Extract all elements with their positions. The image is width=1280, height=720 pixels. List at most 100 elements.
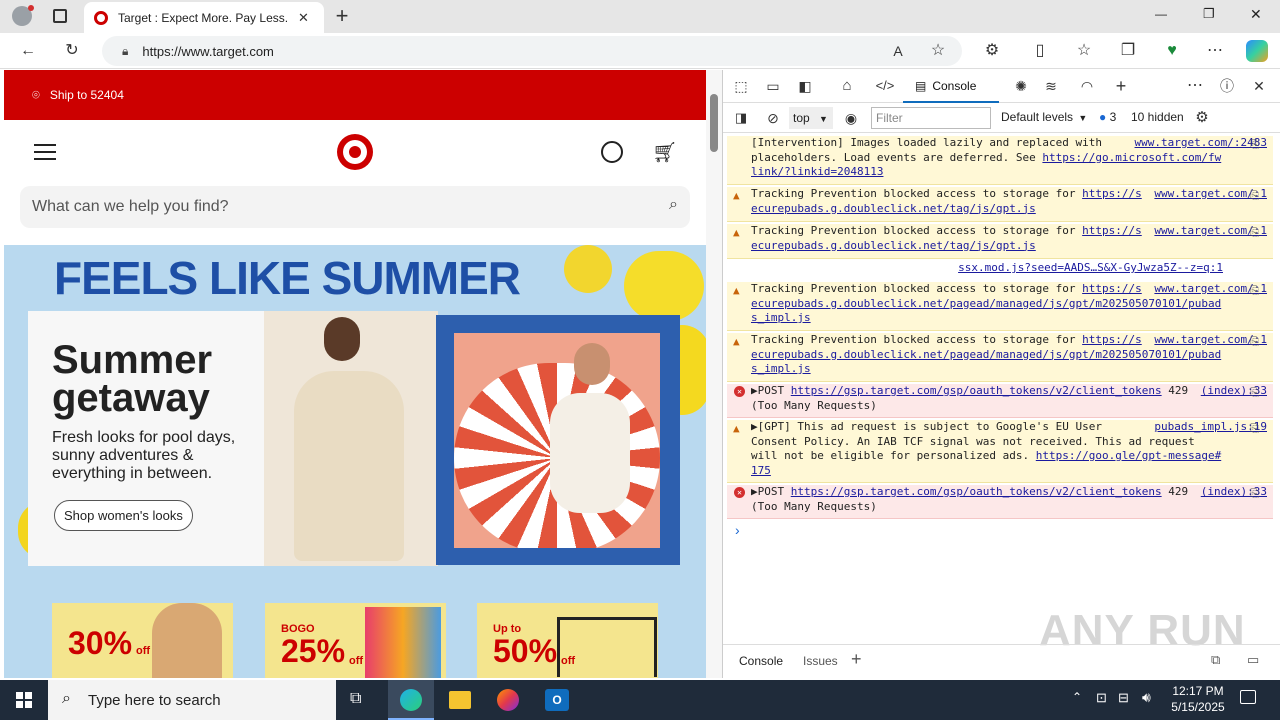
- inspect-icon[interactable]: ⬚: [729, 74, 753, 98]
- copilot-icon[interactable]: [1246, 40, 1268, 62]
- start-windows-icon[interactable]: [16, 692, 32, 708]
- new-tab-button[interactable]: +: [330, 3, 354, 29]
- target-logo[interactable]: [337, 134, 373, 170]
- message-link[interactable]: https://gsp.target.com/gsp/oauth_tokens/…: [791, 384, 1162, 397]
- console-message[interactable]: ✕ (index):33 ▶POST https://gsp.target.com/…: [727, 384, 1273, 418]
- elements-icon[interactable]: </>: [873, 74, 897, 98]
- message-link[interactable]: https://gsp.target.com/gsp/oauth_tokens/…: [791, 485, 1162, 498]
- favorite-star-icon[interactable]: ☆: [926, 39, 950, 63]
- lemon-decoration: [624, 251, 704, 321]
- console-message[interactable]: www.target.com/:2483 [Intervention] Image…: [727, 136, 1273, 185]
- clear-console-icon[interactable]: ⊘: [761, 106, 785, 130]
- help-icon[interactable]: ⓘ: [1215, 74, 1239, 98]
- close-devtools-icon[interactable]: ✕: [1247, 74, 1271, 98]
- minimize-button[interactable]: —: [1155, 7, 1167, 21]
- drawer-tab-console[interactable]: Console: [739, 654, 783, 668]
- promo-card[interactable]: Up to 50% off: [477, 603, 658, 678]
- taskbar-clock[interactable]: 12:17 PM 5/15/2025: [1166, 683, 1230, 715]
- console-prompt[interactable]: ›: [735, 522, 740, 538]
- more-tools-icon[interactable]: +: [1109, 74, 1133, 98]
- ship-to-bar[interactable]: ⌾ Ship to 52404: [4, 70, 706, 120]
- split-screen-icon[interactable]: ▯: [1028, 39, 1052, 63]
- dock-drawer-icon[interactable]: ⧉: [1211, 652, 1220, 668]
- search-input[interactable]: What can we help you find? ⌕: [20, 186, 690, 228]
- copilot-explain-icon[interactable]: ⎘: [1250, 189, 1259, 204]
- console-settings-icon[interactable]: ⚙: [1190, 106, 1214, 130]
- outlook-icon[interactable]: O: [545, 689, 569, 711]
- levels-dropdown[interactable]: Default levels ▼: [1001, 110, 1087, 124]
- performance-icon[interactable]: ♥: [1160, 39, 1184, 63]
- issues-counter[interactable]: ● 3: [1099, 110, 1116, 124]
- promo-card[interactable]: 30% off: [52, 603, 233, 678]
- volume-icon[interactable]: 🔊︎: [1142, 689, 1151, 706]
- copilot-explain-icon[interactable]: ⎘: [1250, 386, 1259, 401]
- message-source-link[interactable]: ssx.mod.js?seed=AADS…S&X-GyJwza5Z--z=q:1: [958, 261, 1223, 276]
- collections-icon[interactable]: ❐: [1116, 39, 1140, 63]
- cart-icon[interactable]: 🛒︎: [652, 140, 677, 165]
- welcome-home-icon[interactable]: ⌂: [835, 74, 859, 98]
- read-aloud-icon[interactable]: A: [886, 39, 910, 63]
- close-drawer-icon[interactable]: ▭: [1247, 652, 1259, 668]
- console-message[interactable]: ▲ www.target.com/:1 Tracking Prevention bl…: [727, 224, 1273, 259]
- copilot-explain-icon[interactable]: ⎘: [1250, 335, 1259, 350]
- page-scrollbar[interactable]: [706, 70, 722, 678]
- firefox-icon[interactable]: [497, 689, 519, 711]
- maximize-button[interactable]: ❐: [1203, 6, 1215, 22]
- tab-target[interactable]: Target : Expect More. Pay Less. ✕: [84, 2, 324, 33]
- copilot-explain-icon[interactable]: ⎘: [1250, 138, 1259, 153]
- console-message[interactable]: ▲ pubads_impl.js:19 ▶[GPT] This ad request…: [727, 420, 1273, 483]
- context-select[interactable]: top ▼: [789, 107, 833, 129]
- network-icon[interactable]: ≋: [1039, 74, 1063, 98]
- shop-womens-looks-button[interactable]: Shop women's looks: [54, 500, 193, 531]
- copilot-explain-icon[interactable]: ⎘: [1250, 422, 1259, 437]
- sidebar-toggle-icon[interactable]: ◨: [729, 106, 753, 130]
- drawer-tab-issues[interactable]: Issues: [803, 654, 838, 668]
- tray-app-icon[interactable]: ⊡: [1096, 690, 1107, 706]
- warning-icon: ▲: [733, 189, 740, 202]
- devtools-more-icon[interactable]: ⋯: [1183, 74, 1207, 98]
- copilot-explain-icon[interactable]: ⎘: [1250, 226, 1259, 241]
- console-message[interactable]: ▲ www.target.com/:1 Tracking Prevention bl…: [727, 282, 1273, 331]
- close-window-button[interactable]: ✕: [1250, 6, 1262, 23]
- message-source-link[interactable]: www.target.com/:2483: [1135, 136, 1267, 151]
- extensions-icon[interactable]: ⚙: [980, 39, 1004, 63]
- error-icon: ✕: [734, 487, 745, 498]
- search-icon[interactable]: ⌕: [669, 196, 678, 214]
- file-explorer-icon[interactable]: [449, 691, 471, 709]
- ship-to-text[interactable]: Ship to 52404: [50, 88, 124, 102]
- close-tab-icon[interactable]: ✕: [298, 10, 309, 26]
- lock-icon[interactable]: 🔒︎: [122, 44, 128, 59]
- copilot-explain-icon[interactable]: ⎘: [1250, 284, 1259, 299]
- tray-chevron-icon[interactable]: ⌃: [1072, 690, 1082, 704]
- address-bar[interactable]: 🔒︎ https://www.target.com: [102, 36, 962, 66]
- console-message[interactable]: ssx.mod.js?seed=AADS…S&X-GyJwza5Z--z=q:1: [727, 261, 1273, 281]
- menu-icon[interactable]: [34, 144, 56, 160]
- filter-input[interactable]: Filter: [871, 107, 991, 129]
- windows-taskbar: ⌕ Type here to search ⧉ O ⌃ ⊡ ⊟ 🔊︎ 12:17…: [0, 680, 1280, 720]
- account-icon[interactable]: [601, 141, 623, 163]
- console-message[interactable]: ▲ www.target.com/:1 Tracking Prevention bl…: [727, 187, 1273, 222]
- performance-icon[interactable]: ◠: [1075, 74, 1099, 98]
- device-emulation-icon[interactable]: ▭: [761, 74, 785, 98]
- promo-card[interactable]: BOGO 25% off: [265, 603, 446, 678]
- notifications-icon[interactable]: [1240, 690, 1256, 704]
- url-text[interactable]: https://www.target.com: [142, 44, 274, 59]
- back-icon[interactable]: ←: [16, 39, 40, 63]
- bug-icon[interactable]: ✺: [1009, 74, 1033, 98]
- add-drawer-tab-icon[interactable]: +: [851, 649, 862, 670]
- live-expression-icon[interactable]: ◉: [839, 106, 863, 130]
- edge-taskbar-icon[interactable]: [388, 680, 434, 720]
- taskbar-search-input[interactable]: ⌕ Type here to search: [48, 680, 336, 720]
- hero-banner[interactable]: FEELS LIKE SUMMER Summer getaway Fresh l…: [4, 245, 706, 678]
- copilot-explain-icon[interactable]: ⎘: [1250, 487, 1259, 502]
- refresh-icon[interactable]: ↻: [60, 39, 84, 63]
- console-message[interactable]: ▲ www.target.com/:1 Tracking Prevention bl…: [727, 333, 1273, 382]
- dock-icon[interactable]: ◧: [793, 74, 817, 98]
- task-view-icon[interactable]: ⧉: [350, 690, 361, 708]
- tab-actions-icon[interactable]: [53, 9, 67, 23]
- more-menu-icon[interactable]: ⋯: [1203, 39, 1227, 63]
- tab-console[interactable]: ▤ Console: [903, 70, 999, 103]
- console-message[interactable]: ✕ (index):33 ▶POST https://gsp.target.com/…: [727, 485, 1273, 519]
- network-tray-icon[interactable]: ⊟: [1118, 690, 1129, 706]
- favorites-icon[interactable]: ☆: [1072, 39, 1096, 63]
